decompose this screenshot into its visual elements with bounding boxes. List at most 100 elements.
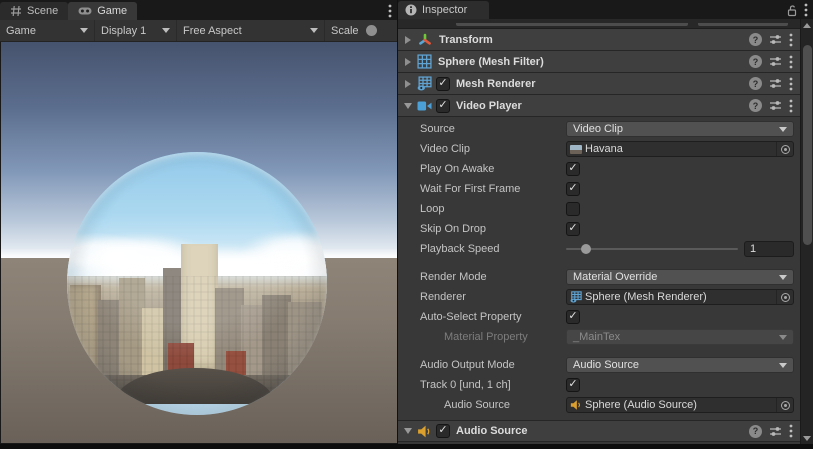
kebab-icon[interactable] [789,424,793,438]
kebab-icon[interactable] [804,3,808,17]
object-field-value: Sphere (Mesh Renderer) [585,291,776,303]
help-icon[interactable]: ? [749,425,762,438]
game-view-toolbar: Game Display 1 Free Aspect Scale [0,20,397,42]
game-viewport [1,42,397,443]
loop-checkbox[interactable] [566,202,580,216]
field-label: Loop [420,203,566,215]
tab-inspector-label: Inspector [422,4,467,16]
field-label: Video Clip [420,143,566,155]
audio-source-enabled-checkbox[interactable] [436,424,450,438]
field-row-render-mode: Render Mode Material Override [398,267,800,287]
picker-icon [781,293,790,302]
presets-icon[interactable] [769,425,782,438]
object-field-value: Sphere (Audio Source) [585,399,776,411]
component-header-video-player[interactable]: Video Player ? [398,95,800,117]
wait-for-first-frame-checkbox[interactable] [566,182,580,196]
game-panel-menu-button[interactable] [383,2,397,20]
field-row-audio-source: Audio Source Sphere (Audio Source) [398,395,800,415]
foldout-collapsed-icon[interactable] [403,36,413,44]
field-label: Material Property [420,331,566,343]
component-header-mesh-filter[interactable]: Sphere (Mesh Filter) ? [398,51,800,73]
foldout-collapsed-icon[interactable] [403,58,413,66]
game-mode-dropdown[interactable]: Game [0,20,95,41]
slider-thumb[interactable] [581,244,591,254]
tab-game[interactable]: Game [68,2,137,20]
game-icon [78,6,92,16]
foldout-expanded-icon[interactable] [403,103,413,109]
skip-on-drop-checkbox[interactable] [566,222,580,236]
lock-icon[interactable] [786,4,798,17]
help-icon[interactable]: ? [749,99,762,112]
tab-inspector[interactable]: Inspector [398,1,489,19]
kebab-icon[interactable] [789,55,793,69]
audio-source-object-field[interactable]: Sphere (Audio Source) [566,397,794,413]
info-icon [405,4,417,16]
play-on-awake-checkbox[interactable] [566,162,580,176]
picker-icon [781,401,790,410]
field-row-wait-for-first-frame: Wait For First Frame [398,179,800,199]
playback-speed-slider[interactable] [566,242,738,256]
chevron-down-icon [162,28,170,33]
presets-icon[interactable] [769,99,782,112]
object-picker-button[interactable] [776,142,793,156]
material-property-dropdown: _MainTex [566,329,794,345]
foldout-collapsed-icon[interactable] [403,80,413,88]
slider-track [566,248,738,250]
component-name: Mesh Renderer [456,78,535,90]
unity-editor-window: Scene Game Game Display 1 Free Aspect [0,0,813,449]
scrolled-header-remnant [398,19,800,29]
object-picker-button[interactable] [776,398,793,412]
component-name: Transform [439,34,493,46]
dropdown-value: Material Override [573,271,657,283]
help-icon[interactable]: ? [749,33,762,46]
field-label: Render Mode [420,271,566,283]
field-row-audio-output-mode: Audio Output Mode Audio Source [398,355,800,375]
display-dropdown[interactable]: Display 1 [95,20,177,41]
kebab-icon[interactable] [789,77,793,91]
kebab-icon[interactable] [789,99,793,113]
mesh-renderer-icon [417,76,432,91]
video-clip-object-field[interactable]: Havana [566,141,794,157]
field-row-source: Source Video Clip [398,119,800,139]
scroll-up-arrow[interactable] [801,20,813,31]
playback-speed-value-field[interactable]: 1 [744,241,794,257]
component-header-mesh-renderer[interactable]: Mesh Renderer ? [398,73,800,95]
audio-output-mode-dropdown[interactable]: Audio Source [566,357,794,373]
inspector-scrollbar[interactable] [800,19,813,445]
component-name: Sphere (Mesh Filter) [438,56,544,68]
field-row-track0: Track 0 [und, 1 ch] [398,375,800,395]
component-header-audio-source[interactable]: Audio Source ? [398,420,800,442]
audio-source-icon [417,424,432,439]
sphere-shading [67,152,327,415]
track0-checkbox[interactable] [566,378,580,392]
scroll-down-arrow[interactable] [801,433,813,444]
render-mode-dropdown[interactable]: Material Override [566,269,794,285]
kebab-icon[interactable] [789,33,793,47]
game-panel-tabbar: Scene Game [0,0,397,20]
video-player-enabled-checkbox[interactable] [436,99,450,113]
field-row-material-property: Material Property _MainTex [398,327,800,347]
object-field-value: Havana [585,143,776,155]
renderer-object-field[interactable]: Sphere (Mesh Renderer) [566,289,794,305]
tab-scene[interactable]: Scene [0,2,68,20]
presets-icon[interactable] [769,55,782,68]
component-name: Audio Source [456,425,528,437]
component-header-transform[interactable]: Transform ? [398,29,800,51]
scale-slider-knob[interactable] [366,25,377,36]
presets-icon[interactable] [769,77,782,90]
transform-icon [417,32,433,48]
foldout-expanded-icon[interactable] [403,428,413,434]
inspector-actions [786,1,813,19]
mesh-renderer-enabled-checkbox[interactable] [436,77,450,91]
help-icon[interactable]: ? [749,77,762,90]
aspect-ratio-dropdown[interactable]: Free Aspect [177,20,325,41]
help-icon[interactable]: ? [749,55,762,68]
source-dropdown[interactable]: Video Clip [566,121,794,137]
object-picker-button[interactable] [776,290,793,304]
field-label: Renderer [420,291,566,303]
auto-select-property-checkbox[interactable] [566,310,580,324]
field-row-skip-on-drop: Skip On Drop [398,219,800,239]
field-row-play-on-awake: Play On Awake [398,159,800,179]
presets-icon[interactable] [769,33,782,46]
scrollbar-thumb[interactable] [803,45,812,245]
